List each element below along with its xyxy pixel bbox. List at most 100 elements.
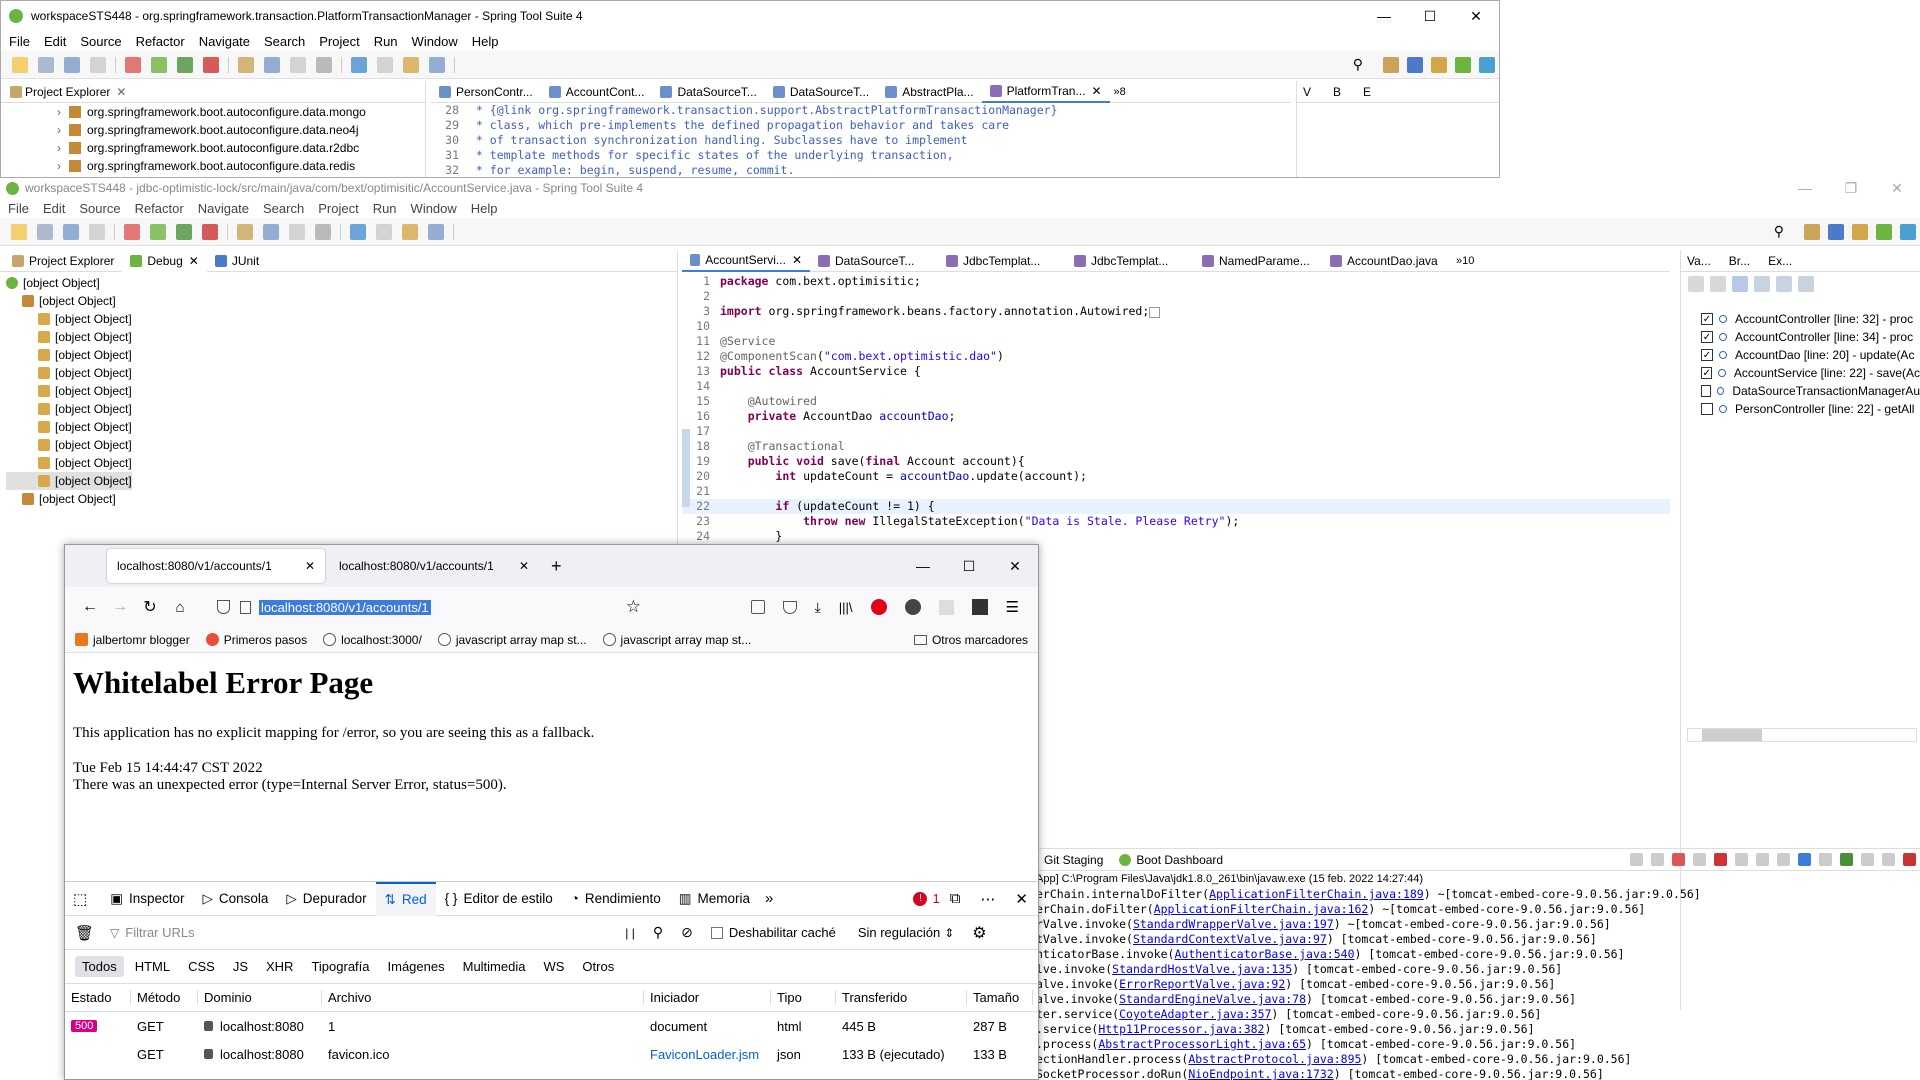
tree-item[interactable]: › org.springframework.boot.autoconfigure.… <box>57 157 425 175</box>
maximize-button[interactable]: ☐ <box>946 551 992 581</box>
pocket-icon[interactable] <box>750 600 765 614</box>
filter-input[interactable]: Filtrar URLs <box>125 925 625 940</box>
browser-tab[interactable]: localhost:8080/v1/accounts/1 ✕ <box>325 549 543 583</box>
close-icon[interactable]: ✕ <box>1091 84 1101 98</box>
console-tool-icon[interactable] <box>1672 853 1685 866</box>
shield-icon[interactable] <box>217 600 230 614</box>
maximize-button[interactable]: ☐ <box>1407 1 1453 31</box>
stack-trace-link[interactable]: StandardEngineValve.java:78 <box>1119 992 1306 1006</box>
side-tab-b[interactable]: B <box>1333 85 1341 99</box>
tab-git-staging[interactable]: Git Staging <box>1036 849 1111 871</box>
debug-tree-item[interactable]: [object Object] <box>6 274 677 292</box>
breakpoint-item[interactable]: ✓ AccountController [line: 34] - proc <box>1701 328 1920 346</box>
editor-tab[interactable]: PersonContr... <box>431 81 541 103</box>
column-header[interactable]: Iniciador <box>644 990 771 1005</box>
perspective-icon[interactable] <box>1804 223 1820 240</box>
menu-source[interactable]: Source <box>80 34 121 49</box>
toolbar-button-icon[interactable] <box>376 223 392 240</box>
back-icon[interactable]: ← <box>75 598 105 616</box>
stack-trace-link[interactable]: StandardContextValve.java:97 <box>1133 932 1327 946</box>
editor-tab[interactable]: AccountServi... ✕ <box>682 249 810 272</box>
forward-icon[interactable]: → <box>105 598 135 616</box>
stack-trace-link[interactable]: StandardWrapperValve.java:197 <box>1133 917 1334 931</box>
side-tab[interactable]: Br... <box>1729 254 1750 268</box>
extension-icon[interactable] <box>904 599 921 615</box>
console-tool-icon[interactable] <box>1651 853 1664 866</box>
side-tab-e[interactable]: E <box>1363 85 1371 99</box>
disable-cache-checkbox[interactable] <box>710 926 723 939</box>
filter-todos[interactable]: Todos <box>75 956 124 977</box>
url-text[interactable]: localhost:8080/v1/accounts/1 <box>259 599 431 615</box>
perspective-icon[interactable] <box>1900 223 1916 240</box>
toolbar-button-icon[interactable] <box>151 56 167 73</box>
pause-icon[interactable]: | | <box>625 926 635 940</box>
toolbar-button-icon[interactable] <box>202 223 218 240</box>
menu-refactor[interactable]: Refactor <box>135 201 184 216</box>
breakpoint-item[interactable]: ✓ AccountService [line: 22] - save(Ac <box>1701 364 1920 382</box>
editor-tab[interactable]: AbstractPla... <box>877 81 981 103</box>
debug-tree-item[interactable]: [object Object] <box>6 364 677 382</box>
editor-tab[interactable]: JdbcTemplat... <box>938 250 1066 272</box>
editor-tab[interactable]: AccountDao.java <box>1322 250 1450 272</box>
tab-junit[interactable]: JUnit <box>207 250 267 272</box>
toolbar-button-icon[interactable] <box>238 56 254 73</box>
menu-run[interactable]: Run <box>374 34 398 49</box>
column-header[interactable]: Archivo <box>322 990 644 1005</box>
console-tool-icon[interactable] <box>1840 853 1853 866</box>
devtools-tab-editor-de-estilo[interactable]: { } Editor de estilo <box>436 882 562 916</box>
download-icon[interactable]: ⤓ <box>815 599 821 616</box>
close-tab-icon[interactable]: ✕ <box>519 559 529 573</box>
menu-search[interactable]: Search <box>263 201 304 216</box>
menu-run[interactable]: Run <box>373 201 397 216</box>
toolbar-button-icon[interactable] <box>377 56 393 73</box>
minimize-button[interactable]: — <box>1361 1 1407 31</box>
tab-project-explorer[interactable]: Project Explorer <box>4 250 122 272</box>
perspective-icon[interactable] <box>1383 56 1399 73</box>
console-tool-icon[interactable] <box>1903 853 1916 866</box>
library-icon[interactable]: |||\ <box>839 600 853 615</box>
editor-tab[interactable]: DataSourceT... <box>810 250 938 272</box>
toolbar-button-icon[interactable] <box>428 223 444 240</box>
console-tool-icon[interactable] <box>1693 853 1706 866</box>
menu-file[interactable]: File <box>9 34 30 49</box>
editor-tab[interactable]: AccountCont... <box>541 81 653 103</box>
search-icon[interactable]: ⚲ <box>1774 223 1784 240</box>
console-tool-icon[interactable] <box>1819 853 1832 866</box>
perspective-icon[interactable] <box>1431 56 1447 73</box>
search-icon[interactable]: ⚲ <box>1353 56 1363 73</box>
side-tab[interactable]: Ex... <box>1768 254 1792 268</box>
toolbar-button-icon[interactable] <box>12 56 28 73</box>
toolbar-button-icon[interactable] <box>403 56 419 73</box>
filter-js[interactable]: JS <box>226 956 255 977</box>
bookmark-star-icon[interactable]: ☆ <box>626 597 641 617</box>
close-button[interactable]: ✕ <box>992 551 1038 581</box>
perspective-icon[interactable] <box>1455 56 1471 73</box>
chevron-right-icon[interactable]: › <box>57 123 61 137</box>
perspective-icon[interactable] <box>1852 223 1868 240</box>
trash-icon[interactable]: 🗑 <box>75 924 94 942</box>
console-tool-icon[interactable] <box>1798 853 1811 866</box>
home-icon[interactable]: ⌂ <box>165 599 195 616</box>
toolbar-button-icon[interactable] <box>316 56 332 73</box>
breakpoint-item[interactable]: PersonController [line: 22] - getAll <box>1701 400 1920 418</box>
search-icon[interactable]: ⚲ <box>653 924 663 941</box>
side-tab[interactable]: Va... <box>1687 254 1711 268</box>
filter-multimedia[interactable]: Multimedia <box>456 956 533 977</box>
save-pocket-icon[interactable] <box>782 600 797 614</box>
toolbar-button-icon[interactable] <box>176 223 192 240</box>
tab-project-explorer[interactable]: Project Explorer <box>25 85 110 99</box>
url-bar[interactable]: localhost:8080/v1/accounts/1 ☆ <box>209 592 649 622</box>
toolbar-button-icon[interactable] <box>124 223 140 240</box>
chevron-right-icon[interactable]: › <box>57 105 61 119</box>
column-header[interactable]: Método <box>131 990 198 1005</box>
filter-tipografía[interactable]: Tipografía <box>304 956 376 977</box>
editor-tab[interactable]: DataSourceT... <box>652 81 764 103</box>
settings-gear-icon[interactable]: ⚙ <box>972 923 986 943</box>
dock-icon[interactable]: ⧉ <box>950 890 961 907</box>
console-tool-icon[interactable] <box>1882 853 1895 866</box>
side-tab-v[interactable]: V <box>1303 85 1311 99</box>
column-header[interactable]: Estado <box>65 990 131 1005</box>
toolbar-button-icon[interactable] <box>203 56 219 73</box>
request-row[interactable]: GET localhost:8080 favicon.ico FaviconLoade… <box>65 1040 1038 1068</box>
chevron-right-icon[interactable]: › <box>57 159 61 173</box>
